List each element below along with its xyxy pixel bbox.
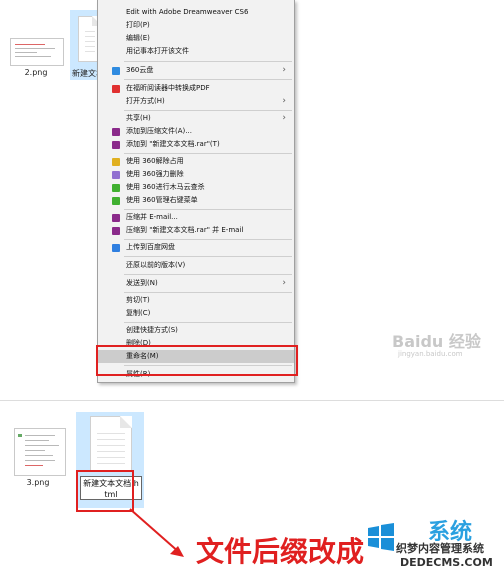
menu-item-label: 复制(C)	[126, 309, 151, 317]
menu-item-label: 使用 360进行木马云查杀	[126, 183, 205, 191]
unlock-360-icon	[112, 158, 120, 166]
menu-item-label: 添加到 "新建文本文档.rar"(T)	[126, 140, 220, 148]
chevron-right-icon: ›	[282, 96, 286, 106]
menu-item-label: 发送到(N)	[126, 279, 158, 287]
winrar-icon	[112, 214, 120, 222]
menu-item-label: 编辑(E)	[126, 34, 150, 42]
cloud-360-icon	[112, 67, 120, 75]
menu-separator	[124, 153, 292, 154]
file-label-3png: 3.png	[26, 478, 50, 487]
menu-item-label: 使用 360解除占用	[126, 157, 184, 165]
menu-item[interactable]: 使用 360管理右键菜单	[98, 194, 294, 207]
menu-item[interactable]: 发送到(N) ›	[98, 277, 294, 290]
menu-item[interactable]: 压缩到 "新建文本文档.rar" 并 E-mail	[98, 224, 294, 237]
menu-item-label: 压缩并 E-mail...	[126, 213, 178, 221]
menu-item[interactable]: 编辑(E)	[98, 32, 294, 45]
baidu-watermark-url: jingyan.baidu.com	[398, 350, 463, 358]
menu-item[interactable]: 使用 360解除占用	[98, 155, 294, 168]
menu-item[interactable]: 创建快捷方式(S)	[98, 324, 294, 337]
rename-highlight-box	[96, 345, 298, 376]
menu-item-label: 用记事本打开该文件	[126, 47, 189, 55]
menu-item-label: 打开方式(H)	[126, 97, 165, 105]
menu-item-label: 添加到压缩文件(A)...	[126, 127, 192, 135]
windows-logo-icon	[368, 523, 394, 551]
menu-separator	[124, 110, 292, 111]
menu-item[interactable]: Edit with Adobe Dreamweaver CS6	[98, 6, 294, 19]
menu-separator	[124, 209, 292, 210]
manage-360-icon	[112, 197, 120, 205]
menu-item-label: 压缩到 "新建文本文档.rar" 并 E-mail	[126, 226, 244, 234]
menu-item[interactable]: 在福昕阅读器中转换成PDF	[98, 82, 294, 95]
png-file-thumbnail[interactable]	[10, 38, 64, 66]
annotation-text: 文件后缀改成	[196, 535, 365, 568]
menu-item-label: 在福昕阅读器中转换成PDF	[126, 84, 210, 92]
menu-item-label: 还原以前的版本(V)	[126, 261, 186, 269]
menu-item-label: 创建快捷方式(S)	[126, 326, 178, 334]
section-divider	[0, 400, 504, 401]
site-logo: 系统 织梦内容管理系统 DEDECMS.COM	[360, 518, 504, 574]
menu-item[interactable]: 打开方式(H) ›	[98, 95, 294, 108]
menu-separator	[124, 61, 292, 62]
winrar-icon	[112, 141, 120, 149]
menu-item[interactable]: 使用 360强力删除	[98, 168, 294, 181]
chevron-right-icon: ›	[282, 278, 286, 288]
png-file-thumbnail-3[interactable]	[14, 428, 66, 476]
menu-item-label: 共享(H)	[126, 114, 151, 122]
red-arrow	[129, 508, 184, 557]
menu-item[interactable]: 压缩并 E-mail...	[98, 211, 294, 224]
menu-item-label: 打印(P)	[126, 21, 150, 29]
chevron-right-icon: ›	[282, 65, 286, 75]
baidu-watermark: Baidu 经验	[392, 332, 481, 351]
menu-separator	[124, 292, 292, 293]
menu-item[interactable]: 添加到 "新建文本文档.rar"(T)	[98, 138, 294, 151]
menu-separator	[124, 256, 292, 257]
site-logo-text-cn: 织梦内容管理系统	[396, 542, 484, 555]
menu-item[interactable]: 上传到百度网盘	[98, 241, 294, 254]
menu-item-label: Edit with Adobe Dreamweaver CS6	[126, 8, 249, 16]
winrar-icon	[112, 128, 120, 136]
menu-item-label: 剪切(T)	[126, 296, 150, 304]
chevron-right-icon: ›	[282, 113, 286, 123]
menu-item-label: 使用 360强力删除	[126, 170, 184, 178]
baidu-pan-icon	[112, 244, 120, 252]
menu-item[interactable]: 添加到压缩文件(A)...	[98, 125, 294, 138]
menu-item-label: 上传到百度网盘	[126, 243, 175, 251]
menu-item-label: 使用 360管理右键菜单	[126, 196, 198, 204]
menu-separator	[124, 79, 292, 80]
menu-item[interactable]: 使用 360进行木马云查杀	[98, 181, 294, 194]
menu-item[interactable]: 360云盘 ›	[98, 64, 294, 77]
file-label-2png: 2.png	[24, 68, 48, 77]
menu-separator	[124, 274, 292, 275]
menu-item[interactable]: 复制(C)	[98, 307, 294, 320]
menu-separator	[124, 239, 292, 240]
menu-item-label: 360云盘	[126, 66, 154, 74]
site-logo-text-en: DEDECMS.COM	[400, 556, 493, 569]
menu-item[interactable]: 用记事本打开该文件	[98, 45, 294, 58]
pdf-icon	[112, 85, 120, 93]
winrar-icon	[112, 227, 120, 235]
menu-item[interactable]: 共享(H) ›	[98, 112, 294, 125]
menu-item[interactable]: 打印(P)	[98, 19, 294, 32]
delete-360-icon	[112, 171, 120, 179]
context-menu: Edit with Adobe Dreamweaver CS6 打印(P) 编辑(E…	[97, 0, 295, 383]
menu-separator	[124, 322, 292, 323]
menu-item[interactable]: 剪切(T)	[98, 294, 294, 307]
menu-item[interactable]: 还原以前的版本(V)	[98, 259, 294, 272]
document-icon-large	[90, 416, 132, 472]
scan-360-icon	[112, 184, 120, 192]
